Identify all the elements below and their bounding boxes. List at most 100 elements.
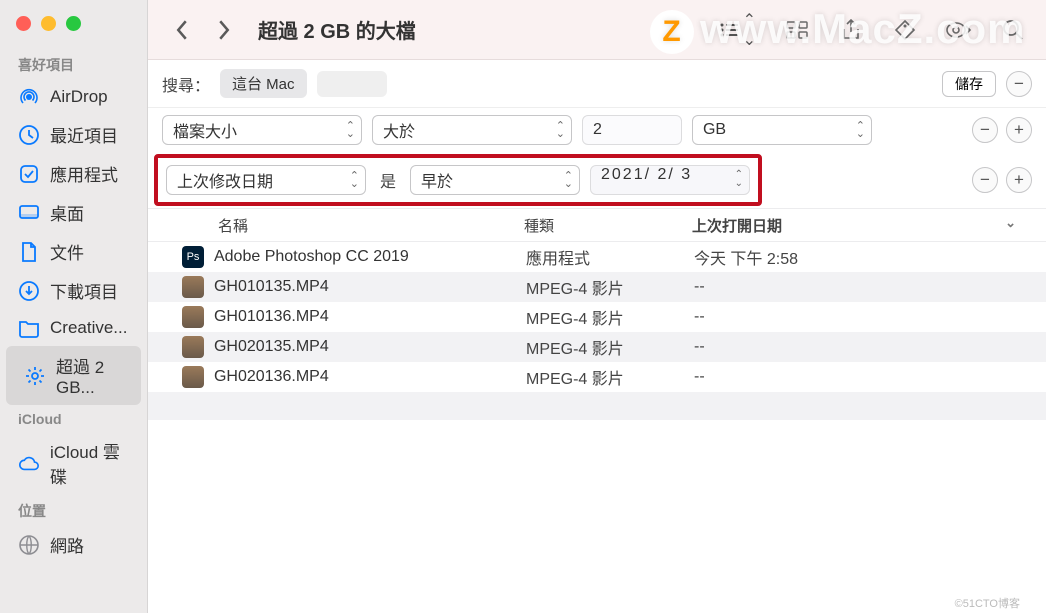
criteria-operator-select[interactable]: 大於⌃⌄ (372, 115, 572, 145)
scope-tab-mac[interactable]: 這台 Mac (220, 69, 307, 98)
file-icon (182, 306, 204, 328)
criteria-value-input[interactable] (582, 115, 682, 145)
sidebar-item-label: iCloud 雲碟 (50, 438, 129, 488)
action-button[interactable] (946, 17, 972, 43)
doc-icon (18, 241, 40, 263)
search-scope-bar: 搜尋： 這台 Mac 儲存 − (148, 60, 1046, 108)
sidebar-item-label: 最近項目 (50, 122, 118, 147)
file-icon (182, 366, 204, 388)
chevron-updown-icon: ⌃⌄ (556, 122, 565, 138)
window-title: 超過 2 GB 的大檔 (258, 15, 416, 44)
view-mode-button[interactable]: ⌃⌄ (719, 10, 756, 50)
back-button[interactable] (168, 16, 196, 44)
sidebar-item[interactable]: 下載項目 (0, 271, 147, 310)
file-name: GH020136.MP4 (214, 368, 526, 386)
chevron-updown-icon: ⌃⌄ (350, 172, 359, 188)
cloud-icon (18, 452, 40, 474)
search-button[interactable] (1000, 17, 1026, 43)
sidebar-item[interactable]: 最近項目 (0, 115, 147, 154)
file-row[interactable]: GH020135.MP4MPEG-4 影片-- (148, 332, 1046, 362)
remove-search-button[interactable]: − (1006, 71, 1032, 97)
add-criteria-button[interactable]: + (1006, 167, 1032, 193)
download-icon (18, 280, 40, 302)
minimize-window-button[interactable] (41, 16, 56, 31)
fullscreen-window-button[interactable] (66, 16, 81, 31)
sidebar-item[interactable]: 文件 (0, 232, 147, 271)
is-label: 是 (376, 168, 400, 192)
globe-icon (18, 534, 40, 556)
sidebar-section-header: 喜好項目 (0, 49, 147, 79)
remove-criteria-button[interactable]: − (972, 117, 998, 143)
empty-row (148, 392, 1046, 420)
group-button[interactable] (784, 17, 810, 43)
window-controls (0, 12, 147, 49)
sidebar-section-header: iCloud (0, 405, 147, 431)
sidebar-section-header: 位置 (0, 495, 147, 525)
column-date-opened[interactable]: 上次打開日期⌄ (692, 215, 1046, 236)
sidebar-item[interactable]: 網路 (0, 525, 147, 564)
sidebar-item-label: 應用程式 (50, 161, 118, 186)
search-criteria: 檔案大小⌃⌄ 大於⌃⌄ GB⌃⌄ − + 上次修改日期⌃⌄ 是 早於⌃⌄ 202… (148, 108, 1046, 208)
tags-button[interactable] (892, 17, 918, 43)
sidebar-item[interactable]: Creative... (0, 310, 147, 346)
sidebar-item[interactable]: 桌面 (0, 193, 147, 232)
save-search-button[interactable]: 儲存 (942, 71, 996, 97)
file-row[interactable]: PsAdobe Photoshop CC 2019應用程式今天 下午 2:58 (148, 242, 1046, 272)
criteria-unit-select[interactable]: GB⌃⌄ (692, 115, 872, 145)
scope-tab-other[interactable] (317, 71, 387, 97)
file-kind: MPEG-4 影片 (526, 365, 694, 389)
file-icon (182, 336, 204, 358)
stepper-icon[interactable]: ⌃⌄ (735, 170, 745, 188)
chevron-updown-icon: ⌃⌄ (564, 172, 573, 188)
desktop-icon (18, 202, 40, 224)
sidebar: 喜好項目 AirDrop 最近項目應用程式桌面文件下載項目 Creative... 超過… (0, 0, 148, 613)
file-name: Adobe Photoshop CC 2019 (214, 248, 526, 266)
search-label: 搜尋： (162, 72, 210, 96)
file-row[interactable]: GH010136.MP4MPEG-4 影片-- (148, 302, 1046, 332)
add-criteria-button[interactable]: + (1006, 117, 1032, 143)
criteria-attribute-select[interactable]: 檔案大小⌃⌄ (162, 115, 362, 145)
criteria-date-input[interactable]: 2021/ 2/ 3⌃⌄ (590, 165, 750, 195)
sidebar-item-label: 桌面 (50, 200, 84, 225)
sidebar-item[interactable]: AirDrop (0, 79, 147, 115)
file-date-opened: 今天 下午 2:58 (694, 245, 1046, 269)
file-kind: MPEG-4 影片 (526, 335, 694, 359)
column-name[interactable]: 名稱 (148, 215, 524, 236)
sidebar-item-label: 文件 (50, 239, 84, 264)
criteria-attribute-select[interactable]: 上次修改日期⌃⌄ (166, 165, 366, 195)
airdrop-icon (18, 86, 40, 108)
sidebar-item[interactable]: 應用程式 (0, 154, 147, 193)
close-window-button[interactable] (16, 16, 31, 31)
file-date-opened: -- (694, 368, 1046, 386)
sidebar-item-label: 下載項目 (50, 278, 118, 303)
column-kind[interactable]: 種類 (524, 215, 692, 236)
file-icon (182, 276, 204, 298)
file-name: GH020135.MP4 (214, 338, 526, 356)
file-kind: 應用程式 (526, 245, 694, 269)
sidebar-item[interactable]: iCloud 雲碟 (0, 431, 147, 495)
chevron-updown-icon: ⌃⌄ (743, 10, 756, 50)
clock-icon (18, 124, 40, 146)
chevron-updown-icon: ⌃⌄ (346, 122, 355, 138)
app-icon (18, 163, 40, 185)
file-kind: MPEG-4 影片 (526, 275, 694, 299)
sidebar-item[interactable]: 超過 2 GB... (6, 346, 141, 405)
sidebar-item-label: AirDrop (50, 87, 108, 107)
criteria-row-1: 檔案大小⌃⌄ 大於⌃⌄ GB⌃⌄ − + (148, 108, 1046, 152)
gear-icon (24, 365, 46, 387)
criteria-operator-select[interactable]: 早於⌃⌄ (410, 165, 580, 195)
file-name: GH010135.MP4 (214, 278, 526, 296)
sort-chevron-icon: ⌄ (1005, 215, 1016, 236)
sidebar-item-label: Creative... (50, 318, 127, 338)
toolbar: 超過 2 GB 的大檔 ⌃⌄ (148, 0, 1046, 60)
criteria-row-2: 上次修改日期⌃⌄ 是 早於⌃⌄ 2021/ 2/ 3⌃⌄ (154, 154, 762, 206)
file-list: PsAdobe Photoshop CC 2019應用程式今天 下午 2:58G… (148, 242, 1046, 613)
file-row[interactable]: GH020136.MP4MPEG-4 影片-- (148, 362, 1046, 392)
share-button[interactable] (838, 17, 864, 43)
remove-criteria-button[interactable]: − (972, 167, 998, 193)
forward-button[interactable] (210, 16, 238, 44)
file-row[interactable]: GH010135.MP4MPEG-4 影片-- (148, 272, 1046, 302)
column-headers: 名稱 種類 上次打開日期⌄ (148, 208, 1046, 242)
folder-icon (18, 317, 40, 339)
sidebar-item-label: 網路 (50, 532, 84, 557)
